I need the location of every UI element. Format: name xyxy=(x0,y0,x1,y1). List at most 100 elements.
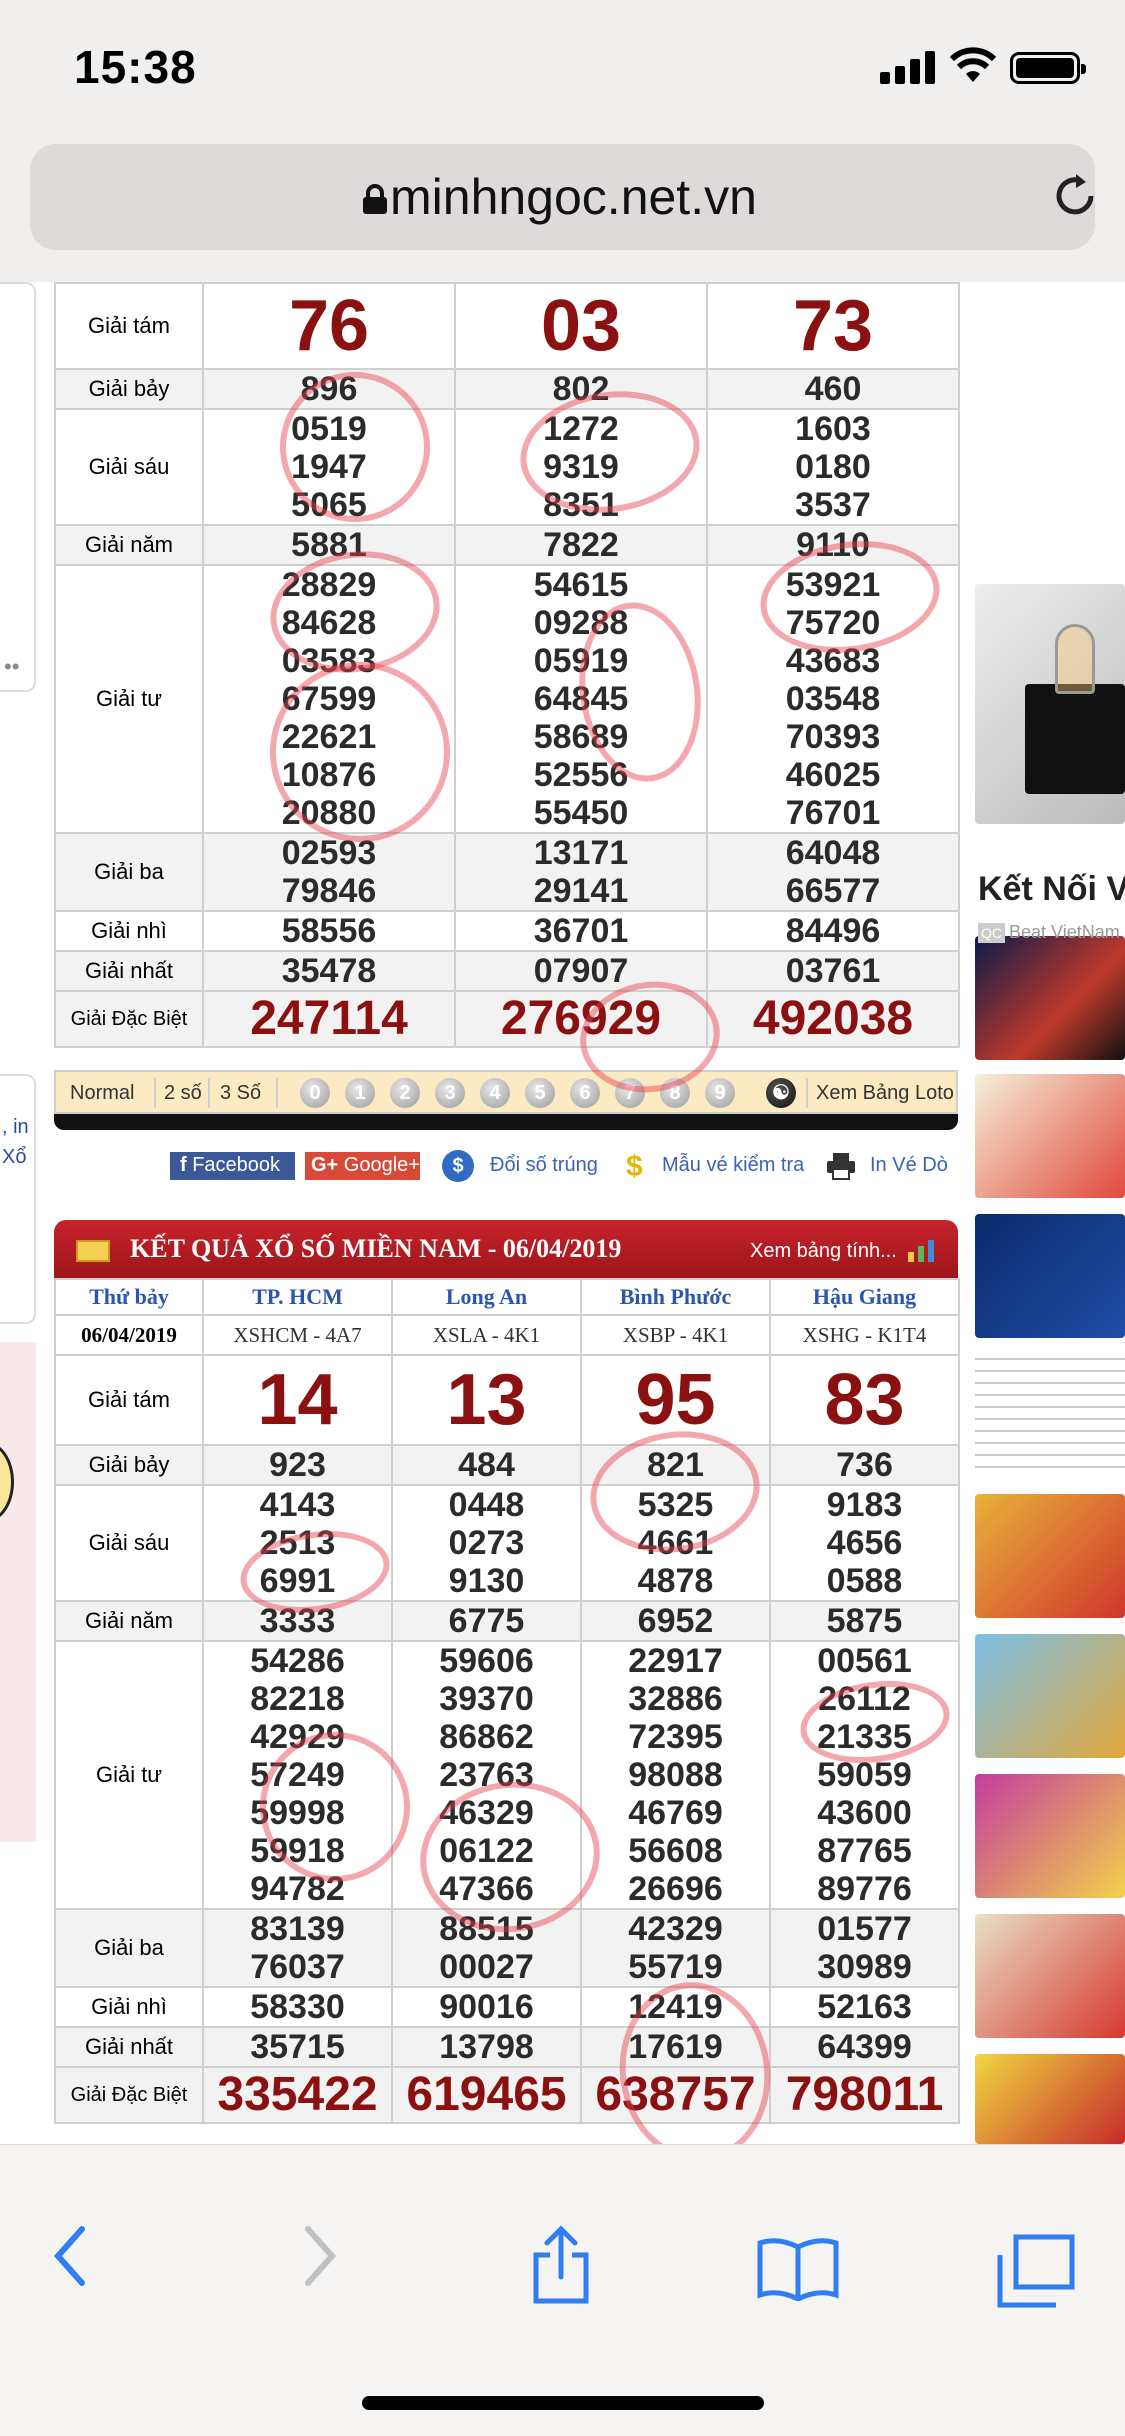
prize-number: 90016 xyxy=(391,1986,582,2028)
ad-banner-6[interactable] xyxy=(975,1634,1125,1758)
prize-label: Giải tư xyxy=(54,1640,204,1910)
digit-ball-0[interactable]: 0 xyxy=(300,1078,330,1108)
address-bar[interactable]: minhngoc.net.vn xyxy=(30,144,1095,250)
prize-label: Giải tám xyxy=(54,1354,204,1446)
prize-number: 13171 29141 xyxy=(454,832,708,912)
prize-number: 9183 4656 0588 xyxy=(769,1484,960,1602)
ad-banner-1[interactable] xyxy=(975,936,1125,1060)
prize-number: 7822 xyxy=(454,524,708,566)
reload-icon[interactable] xyxy=(1045,166,1105,226)
ad-amplifier-image[interactable] xyxy=(975,584,1125,824)
view-table-link[interactable]: Xem bảng tính... xyxy=(750,1240,897,1263)
prize-label: Giải nhất xyxy=(54,950,204,992)
prize-label: Giải tám xyxy=(54,282,204,370)
left-side-banner[interactable] xyxy=(0,1342,36,1842)
bookmarks-icon[interactable] xyxy=(756,2237,840,2301)
left-side-panel-2[interactable]: , in Xổ xyxy=(0,1074,36,1324)
envelope-icon xyxy=(76,1240,110,1262)
filter-2so[interactable]: 2 số xyxy=(164,1082,202,1105)
prize-number: 58556 xyxy=(202,910,456,952)
mau-ve-link[interactable]: Mẫu vé kiểm tra xyxy=(662,1154,804,1177)
view-loto-link[interactable]: Xem Bảng Loto xyxy=(816,1082,954,1105)
ad-banner-5[interactable] xyxy=(975,1494,1125,1618)
prize-number: 5875 xyxy=(769,1600,960,1642)
prize-number: 03 xyxy=(454,282,708,370)
prize-label: Giải nhất xyxy=(54,2026,204,2068)
prize-number: 64399 xyxy=(769,2026,960,2068)
province-header[interactable]: Bình Phước xyxy=(580,1278,771,1316)
table-bottom-bar xyxy=(54,1114,958,1130)
prize-number: 736 xyxy=(769,1444,960,1486)
ad-subtitle: QC Beat VietNam xyxy=(978,922,1120,943)
digit-ball-2[interactable]: 2 xyxy=(390,1078,420,1108)
home-indicator xyxy=(362,2396,764,2410)
strip-text-2: Xổ xyxy=(2,1146,27,1168)
filter-3so[interactable]: 3 Số xyxy=(220,1082,261,1105)
prize-row: Giải nhất 35715 13798 17619 64399 xyxy=(54,2026,960,2068)
province-header[interactable]: TP. HCM xyxy=(202,1278,393,1316)
prize-row: Giải Đặc Biệt 335422 619465 638757 798011 xyxy=(54,2066,960,2124)
digit-ball-6[interactable]: 6 xyxy=(570,1078,600,1108)
digit-ball-1[interactable]: 1 xyxy=(345,1078,375,1108)
browser-address-area: minhngoc.net.vn xyxy=(0,140,1125,282)
google-plus-button[interactable]: G+ Google+ xyxy=(305,1152,420,1180)
ad-banner-8[interactable] xyxy=(975,1914,1125,2038)
prize-number: 84496 xyxy=(706,910,960,952)
prize-row: Giải Đặc Biệt 247114 276929 492038 xyxy=(54,990,960,1048)
prize-label: Giải Đặc Biệt xyxy=(54,990,204,1048)
prize-number: 83 xyxy=(769,1354,960,1446)
draw-date: 06/04/2019 xyxy=(54,1314,204,1356)
browser-toolbar xyxy=(0,2144,1125,2436)
tabs-icon[interactable] xyxy=(996,2233,1076,2309)
ad-banner-2[interactable] xyxy=(975,1074,1125,1198)
prize-number: 64048 66577 xyxy=(706,832,960,912)
digit-ball-3[interactable]: 3 xyxy=(435,1078,465,1108)
ad-title[interactable]: Kết Nối V xyxy=(978,870,1125,909)
prize-row: Giải tám 14 13 95 83 xyxy=(54,1354,960,1446)
prize-label: Giải bảy xyxy=(54,1444,204,1486)
forward-icon[interactable] xyxy=(302,2225,338,2287)
prize-number: 6775 xyxy=(391,1600,582,1642)
strip-text-1: , in xyxy=(2,1116,29,1138)
facebook-button[interactable]: f Facebook xyxy=(170,1152,295,1180)
in-ve-do-link[interactable]: In Vé Dò xyxy=(870,1154,948,1177)
ad-banner-3[interactable] xyxy=(975,1214,1125,1338)
share-icon[interactable] xyxy=(530,2225,592,2305)
divider xyxy=(154,1078,156,1108)
prize-row: Giải sáu 4143 2513 6991 0448 0273 9130 5325… xyxy=(54,1484,960,1602)
digit-ball-5[interactable]: 5 xyxy=(525,1078,555,1108)
prize-number: 484 xyxy=(391,1444,582,1486)
prize-number: 83139 76037 xyxy=(202,1908,393,1988)
back-icon[interactable] xyxy=(52,2225,88,2287)
left-side-panel[interactable]: •• xyxy=(0,282,36,692)
doi-so-trung-link[interactable]: Đổi số trúng xyxy=(490,1154,598,1177)
ad-banner-7[interactable] xyxy=(975,1774,1125,1898)
prize-label: Giải nhì xyxy=(54,910,204,952)
prize-label: Giải sáu xyxy=(54,1484,204,1602)
prize-row: Giải tám 76 03 73 xyxy=(54,282,960,370)
prize-number: 798011 xyxy=(769,2066,960,2124)
ad-banner-4[interactable] xyxy=(975,1354,1125,1478)
ticket-code: XSLA - 4K1 xyxy=(391,1314,582,1356)
digit-ball-9[interactable]: 9 xyxy=(705,1078,735,1108)
prize-number: 35478 xyxy=(202,950,456,992)
prize-number: 22917 32886 72395 98088 46769 56608 2669… xyxy=(580,1640,771,1910)
prize-number: 13 xyxy=(391,1354,582,1446)
status-bar: 15:38 xyxy=(0,0,1125,140)
prize-number: 02593 79846 xyxy=(202,832,456,912)
status-time: 15:38 xyxy=(74,41,197,93)
yin-yang-icon[interactable]: ☯ xyxy=(766,1078,796,1108)
prize-number: 6952 xyxy=(580,1600,771,1642)
digit-ball-4[interactable]: 4 xyxy=(480,1078,510,1108)
prize-number: 03761 xyxy=(706,950,960,992)
filter-normal[interactable]: Normal xyxy=(70,1082,134,1105)
prize-number: 76 xyxy=(202,282,456,370)
province-header[interactable]: Long An xyxy=(391,1278,582,1316)
results-table-1: Giải tám 76 03 73 Giải bảy 896 802 460 Giải sáu 0… xyxy=(54,282,960,1048)
province-header[interactable]: Hậu Giang xyxy=(769,1278,960,1316)
prize-number: 923 xyxy=(202,1444,393,1486)
ad-banner-9[interactable] xyxy=(975,2054,1125,2144)
divider xyxy=(806,1078,808,1108)
prize-row: Giải nhì 58556 36701 84496 xyxy=(54,910,960,952)
prize-number: 73 xyxy=(706,282,960,370)
